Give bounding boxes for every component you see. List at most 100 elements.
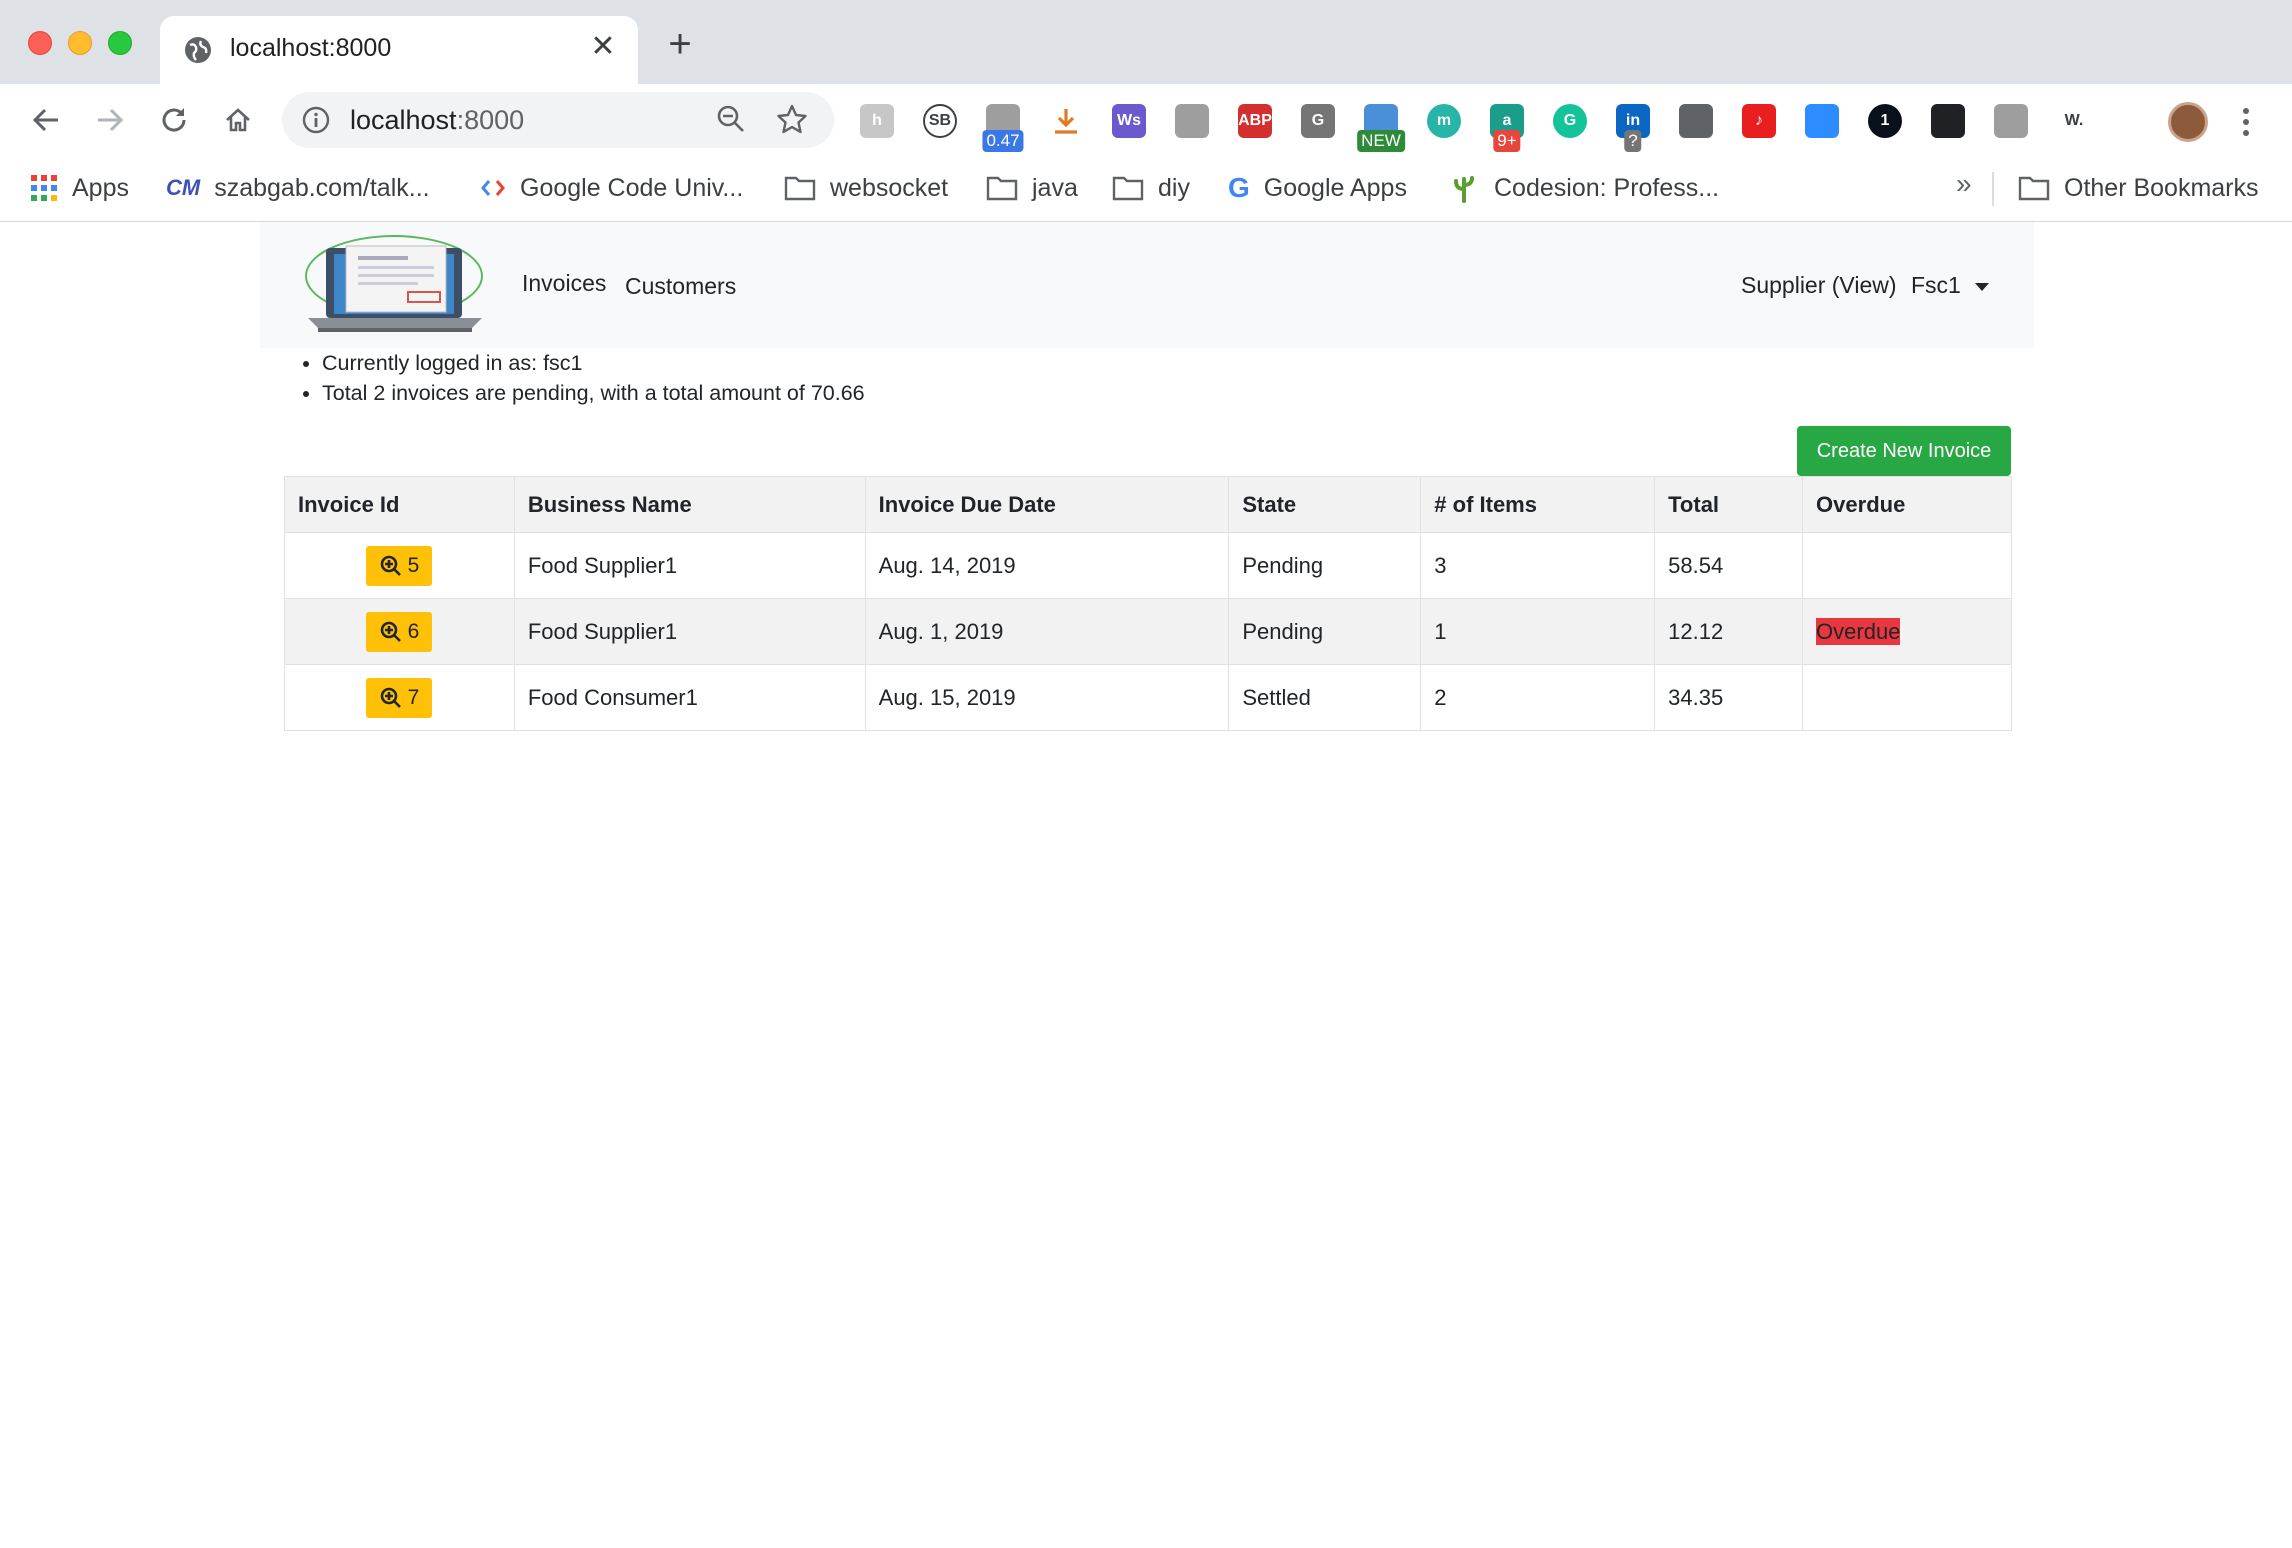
view-invoice-button[interactable]: 7 — [366, 677, 433, 718]
column-header-business-name[interactable]: Business Name — [513, 476, 866, 533]
menu-icon[interactable] — [2238, 104, 2254, 140]
bookmark-java[interactable]: java — [986, 170, 1078, 206]
total-cell: 34.35 — [1654, 664, 1804, 731]
folder-icon — [2018, 175, 2050, 201]
film-extension-icon[interactable] — [1175, 104, 1209, 138]
items-cell: 1 — [1420, 598, 1656, 665]
extension-label: W. — [2064, 112, 2084, 129]
items-cell: 2 — [1420, 664, 1656, 731]
sb-extension-icon[interactable]: SB — [923, 104, 957, 138]
glasses-extension-icon[interactable] — [1931, 104, 1965, 138]
bulb-extension-icon[interactable] — [1679, 104, 1713, 138]
music-extension-icon[interactable]: ♪ — [1742, 104, 1776, 138]
nav-link-customers[interactable]: Customers — [625, 273, 736, 300]
column-header-items[interactable]: # of Items — [1420, 476, 1656, 533]
arrow-left-icon — [32, 108, 58, 132]
ws-extension-icon[interactable]: Ws — [1112, 104, 1146, 138]
column-header-overdue[interactable]: Overdue — [1802, 476, 2012, 533]
bookmark-label: szabgab.com/talk... — [214, 173, 430, 202]
invoice-laptop-logo[interactable] — [304, 234, 486, 338]
g-extension-icon[interactable]: G — [1301, 104, 1335, 138]
browser-tab[interactable]: localhost:8000 ✕ — [160, 16, 638, 84]
m-extension-icon[interactable]: m — [1427, 104, 1461, 138]
state-cell: Pending — [1228, 532, 1422, 599]
view-invoice-button[interactable]: 5 — [366, 545, 433, 586]
abp-extension-icon[interactable]: ABP — [1238, 104, 1272, 138]
extension-label: SB — [928, 112, 952, 129]
w-extension-icon[interactable]: W. — [2057, 104, 2091, 138]
google-icon: G — [1228, 172, 1250, 203]
folder-icon — [986, 175, 1018, 201]
grammarly-extension-icon[interactable]: G — [1553, 104, 1587, 138]
close-icon[interactable]: ✕ — [586, 30, 620, 64]
table-header-row: Invoice Id Business Name Invoice Due Dat… — [284, 476, 2012, 533]
state-cell: Pending — [1228, 598, 1422, 665]
zoom-icon[interactable] — [716, 104, 746, 139]
bookmark-codesion[interactable]: Codesion: Profess... — [1450, 170, 1719, 206]
state-cell: Settled — [1228, 664, 1422, 731]
zoom-in-icon — [380, 555, 401, 576]
address-bar[interactable]: localhost:8000 — [282, 92, 834, 148]
code-icon — [480, 175, 506, 201]
extension-label: ABP — [1238, 112, 1272, 129]
bookmark-apps[interactable]: Apps — [30, 170, 129, 206]
extension-label: ♪ — [1755, 112, 1763, 129]
bookmark-label: websocket — [830, 173, 949, 202]
home-button[interactable] — [216, 98, 260, 142]
logged-in-info: Currently logged in as: fsc1 — [322, 348, 865, 378]
back-button[interactable] — [24, 98, 68, 142]
table-row: 7 Food Consumer1 Aug. 15, 2019 Settled 2… — [284, 664, 2012, 731]
column-header-invoice-id[interactable]: Invoice Id — [284, 476, 515, 533]
bookmark-other-bookmarks[interactable]: Other Bookmarks — [2018, 170, 2259, 206]
window-maximize-button[interactable] — [108, 31, 132, 55]
bookmarks-divider — [1992, 172, 1994, 206]
extension-label: h — [872, 112, 882, 129]
zoom-extension-icon[interactable] — [1805, 104, 1839, 138]
business-name-cell: Food Supplier1 — [513, 532, 866, 599]
due-date-cell: Aug. 14, 2019 — [864, 532, 1230, 599]
extension-label: m — [1436, 112, 1452, 129]
bookmarks-more-button[interactable]: » — [1956, 168, 1972, 200]
reload-icon — [162, 108, 186, 132]
window-close-button[interactable] — [28, 31, 52, 55]
bookmark-google-code[interactable]: Google Code Univ... — [480, 170, 743, 206]
bookmark-google-apps[interactable]: G Google Apps — [1228, 170, 1407, 206]
zoom-in-icon — [380, 621, 401, 642]
new-tab-button[interactable]: + — [660, 24, 700, 64]
table-row: 5 Food Supplier1 Aug. 14, 2019 Pending 3… — [284, 532, 2012, 599]
profile-avatar[interactable] — [2168, 102, 2208, 142]
invoice-id-cell: 7 — [284, 664, 515, 731]
window-minimize-button[interactable] — [68, 31, 92, 55]
user-dropdown[interactable]: Fsc1 — [1911, 272, 1989, 299]
extension-badge: ? — [1624, 130, 1642, 152]
items-cell: 3 — [1420, 532, 1656, 599]
due-date-cell: Aug. 15, 2019 — [864, 664, 1230, 731]
bookmark-szabgab[interactable]: CM szabgab.com/talk... — [166, 170, 430, 206]
linkedin-extension-icon[interactable]: in? — [1616, 104, 1650, 152]
download-extension-icon[interactable] — [1049, 104, 1083, 138]
honey-extension-icon[interactable]: h — [860, 104, 894, 138]
gallery-extension-icon[interactable] — [1994, 104, 2028, 138]
column-header-due-date[interactable]: Invoice Due Date — [864, 476, 1230, 533]
column-header-total[interactable]: Total — [1654, 476, 1804, 533]
view-invoice-button[interactable]: 6 — [366, 611, 433, 652]
zoom-in-icon — [380, 687, 401, 708]
extension-badge: 0.47 — [982, 130, 1024, 152]
app-navbar: Invoices Customers Supplier (View) Fsc1 — [260, 222, 2034, 348]
info-icon[interactable] — [302, 106, 330, 139]
column-header-state[interactable]: State — [1228, 476, 1422, 533]
folder-icon — [784, 175, 816, 201]
bookmark-diy[interactable]: diy — [1112, 170, 1190, 206]
speed-extension-icon[interactable]: 0.47 — [982, 104, 1024, 152]
reload-button[interactable] — [152, 98, 196, 142]
role-label[interactable]: Supplier (View) — [1741, 272, 1897, 299]
create-new-invoice-button[interactable]: Create New Invoice — [1797, 426, 2011, 476]
user-name: Fsc1 — [1911, 272, 1961, 298]
bookmark-websocket[interactable]: websocket — [784, 170, 948, 206]
forward-button[interactable] — [88, 98, 132, 142]
new-extension-icon[interactable]: NEW — [1357, 104, 1405, 152]
onepassword-extension-icon[interactable]: 1 — [1868, 104, 1902, 138]
star-icon[interactable] — [776, 103, 808, 140]
nav-link-invoices[interactable]: Invoices — [522, 270, 606, 297]
a-extension-icon[interactable]: a 9+ — [1490, 104, 1524, 152]
